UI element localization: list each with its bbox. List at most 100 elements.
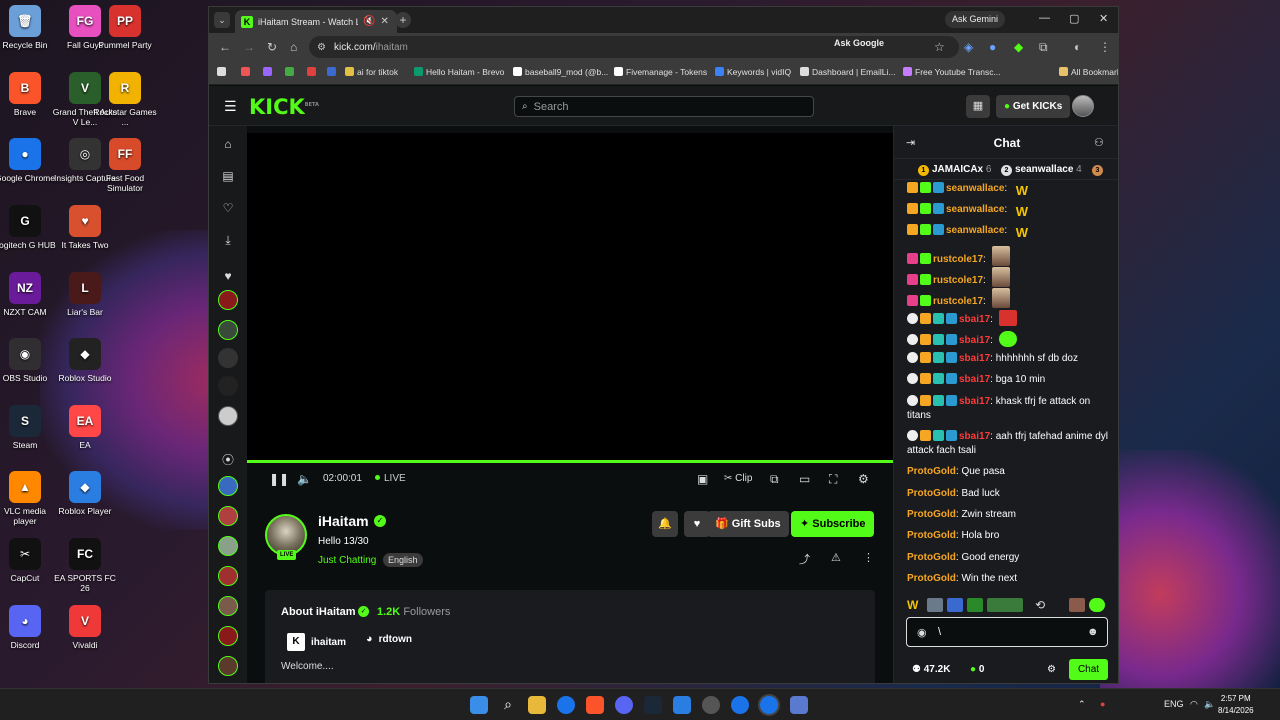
start-menu-icon[interactable] (470, 696, 488, 714)
theater-mode-icon[interactable]: ▣ (697, 472, 708, 486)
chat-username[interactable]: ProtoGold (907, 509, 956, 520)
home-icon[interactable]: ⌂ (290, 40, 297, 54)
close-tab-icon[interactable]: ✕ (380, 16, 388, 27)
chat-username[interactable]: ProtoGold (907, 573, 956, 584)
leaderboard-entry[interactable]: 1 JAMAICAx 6 (918, 164, 991, 176)
followed-channel-avatar[interactable] (218, 348, 238, 368)
chat-username[interactable]: sbai17 (959, 396, 990, 407)
browse-icon[interactable]: ▤ (220, 168, 236, 184)
emoji-icon[interactable]: ☻ (1087, 626, 1099, 638)
menu-icon[interactable]: ☰ (224, 98, 237, 115)
picture-in-picture-icon[interactable]: ⧉ (770, 472, 779, 487)
desktop-icon[interactable]: ♥ It Takes Two (52, 205, 118, 250)
site-info-icon[interactable]: ⚙ (317, 42, 326, 53)
chat-message[interactable]: ProtoGold: Hola bro (907, 529, 1112, 543)
following-icon[interactable]: ♡ (220, 200, 236, 216)
chat-username[interactable]: ProtoGold (907, 530, 956, 541)
back-icon[interactable]: ← (219, 40, 231, 54)
search-icon[interactable]: ⌕ (499, 696, 517, 714)
kicks-balance[interactable]: ● 0 (970, 664, 984, 675)
extension-icon[interactable]: ● (989, 40, 996, 54)
chat-message[interactable]: sbai17: aah tfrj tafehad anime dyl attac… (907, 430, 1112, 458)
chat-username[interactable]: sbai17 (959, 431, 990, 442)
all-bookmarks-link[interactable]: All Bookmarks (1059, 67, 1118, 77)
file-explorer-icon[interactable] (528, 696, 546, 714)
desktop-icon[interactable]: FC EA SPORTS FC 26 (52, 538, 118, 593)
chat-username[interactable]: sbai17 (959, 335, 990, 346)
maximize-icon[interactable]: ▢ (1069, 12, 1079, 25)
ask-gemini-button[interactable]: Ask Gemini (945, 11, 1006, 28)
kick-social-link[interactable]: Kihaitam (287, 633, 346, 651)
system-clock[interactable]: 2:57 PM 8/14/2026 (1218, 693, 1254, 717)
discord-social-link[interactable]: ◕ rdtown (366, 633, 412, 645)
kick-logo[interactable]: KICKBETA (249, 95, 319, 119)
chat-username[interactable]: sbai17 (959, 374, 990, 385)
desktop-icon[interactable]: 🗑 Recycle Bin (0, 5, 58, 50)
volume-icon[interactable]: 🔈 (1204, 699, 1215, 710)
bookmark-icon[interactable] (263, 67, 275, 77)
emote-icon[interactable] (967, 598, 983, 612)
followed-channel-avatar[interactable] (218, 376, 238, 396)
desktop-icon[interactable]: PP Pummel Party (92, 5, 158, 50)
chat-username[interactable]: rustcole17 (933, 296, 983, 307)
discord-icon[interactable] (615, 696, 633, 714)
mute-tab-icon[interactable]: 🔇 (363, 16, 375, 27)
chat-username[interactable]: ProtoGold (907, 466, 956, 477)
bookmark-icon[interactable] (241, 67, 253, 77)
chat-username[interactable]: ProtoGold (907, 488, 956, 499)
report-icon[interactable]: ⚠ (831, 551, 841, 564)
streamer-name[interactable]: iHaitam (318, 513, 369, 529)
chat-username[interactable]: seanwallace (946, 225, 1004, 236)
chat-message[interactable]: seanwallace: W (907, 203, 1112, 220)
reload-icon[interactable]: ↻ (267, 40, 277, 54)
followed-channel-avatar[interactable] (218, 406, 238, 426)
bookmark-link[interactable]: Dashboard | EmailLi... (800, 67, 895, 77)
volume-icon[interactable]: 🔈 (297, 472, 312, 486)
bookmark-icon[interactable] (327, 67, 339, 77)
pause-icon[interactable]: ❚❚ (269, 472, 289, 486)
desktop-icon[interactable]: ◆ Roblox Player (52, 471, 118, 516)
desktop-icon[interactable]: NZ NZXT CAM (0, 272, 58, 317)
wifi-icon[interactable]: ◠ (1190, 699, 1198, 710)
chat-message[interactable]: sbai17: (907, 331, 1112, 348)
category-link[interactable]: Just Chatting (318, 555, 376, 566)
steam-icon[interactable] (644, 696, 662, 714)
chat-message[interactable]: ProtoGold: Good energy (907, 551, 1112, 565)
new-tab-button[interactable]: + (395, 12, 411, 28)
emote-icon[interactable] (1089, 598, 1105, 612)
emote-icon[interactable] (1069, 598, 1085, 612)
app-icon[interactable] (790, 696, 808, 714)
chat-message[interactable]: rustcole17: (907, 246, 1112, 267)
chat-username[interactable]: seanwallace (946, 183, 1004, 194)
avatar[interactable] (1072, 95, 1094, 117)
emote-w-icon[interactable]: W (907, 598, 923, 612)
chrome-active-icon[interactable] (760, 696, 778, 714)
chat-username[interactable]: seanwallace (946, 204, 1004, 215)
desktop-icon[interactable]: L Liar's Bar (52, 272, 118, 317)
get-kicks-button[interactable]: ● Get KICKs (996, 95, 1071, 118)
bookmark-link[interactable]: Hello Haitam - Brevo (414, 67, 504, 77)
chat-message[interactable]: ProtoGold: Bad luck (907, 487, 1112, 501)
chat-message[interactable]: rustcole17: (907, 288, 1112, 309)
chat-message[interactable]: ProtoGold: Zwin stream (907, 508, 1112, 522)
fullscreen-icon[interactable]: ⛶ (829, 472, 837, 487)
desktop-icon[interactable]: ● Google Chrome (0, 138, 58, 183)
recommended-channel-avatar[interactable] (218, 506, 238, 526)
share-icon[interactable]: ⤴ (799, 551, 810, 567)
desktop-icon[interactable]: ◉ OBS Studio (0, 338, 58, 383)
search-input[interactable]: ⌕ Search (514, 96, 814, 117)
chat-message[interactable]: sbai17: khask tfrj fe attack on titans (907, 395, 1112, 423)
app-icon[interactable] (702, 696, 720, 714)
forward-icon[interactable]: → (243, 40, 255, 54)
desktop-icon[interactable]: EA EA (52, 405, 118, 450)
chrome-icon[interactable] (557, 696, 575, 714)
browser-menu-icon[interactable]: ⋮ (1099, 40, 1111, 54)
chat-message[interactable]: seanwallace: W (907, 182, 1112, 199)
followed-channel-avatar[interactable] (218, 290, 238, 310)
chat-message[interactable]: sbai17: hhhhhhh sf db doz (907, 352, 1112, 366)
desktop-icon[interactable]: R Rockstar Games ... (92, 72, 158, 127)
leaderboard-entry[interactable]: 2 seanwallace 4 (1001, 164, 1082, 176)
chat-message[interactable]: rustcole17: (907, 267, 1112, 288)
dashboard-button[interactable]: ▦ (966, 95, 990, 118)
language-tag[interactable]: English (383, 553, 423, 567)
